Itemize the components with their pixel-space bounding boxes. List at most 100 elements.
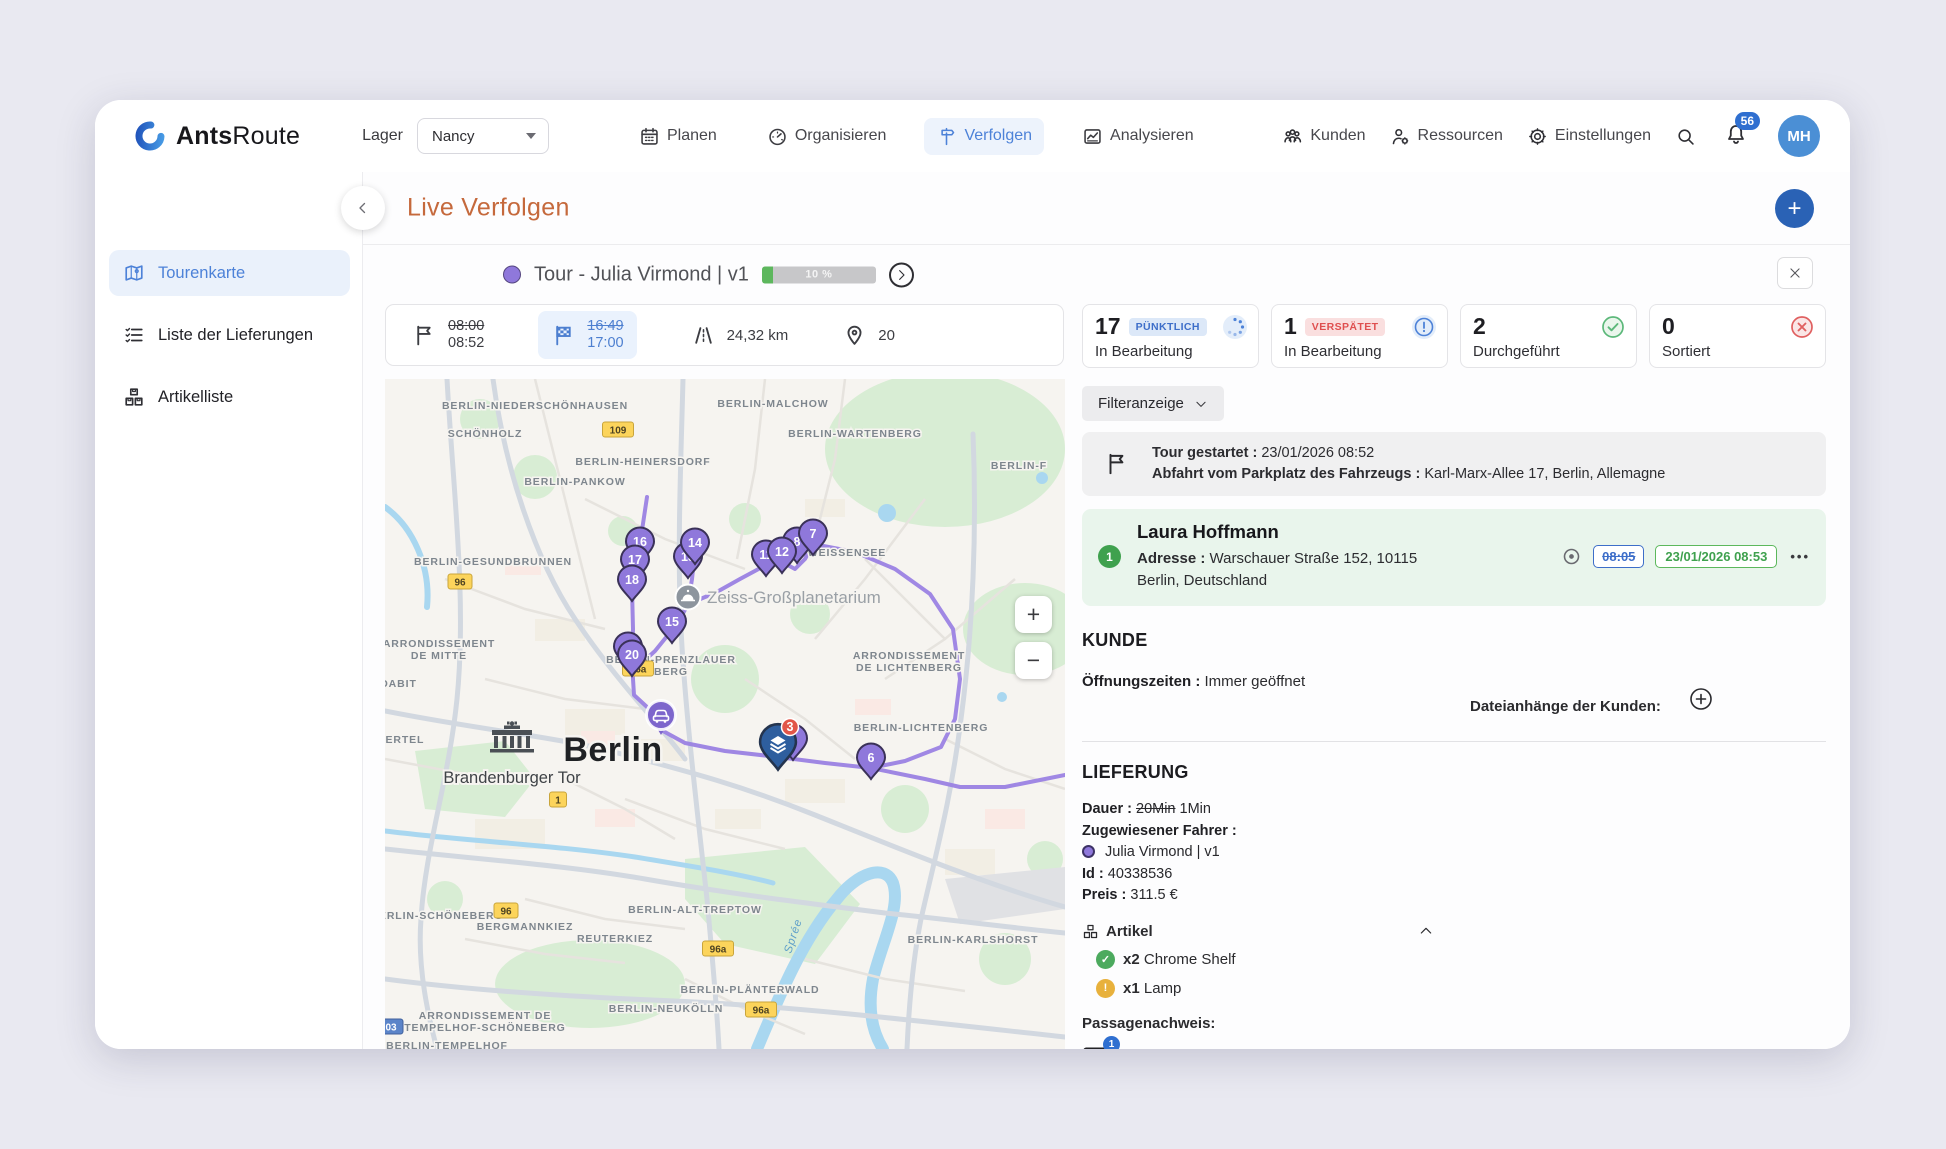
sidebar-item-artikelliste[interactable]: Artikelliste: [109, 374, 350, 420]
target-icon[interactable]: [1561, 546, 1582, 567]
start-time-actual: 08:52: [448, 335, 484, 352]
stat-card-verspaetet: 1 VERSPÄTET In Bearbeitung: [1271, 304, 1448, 368]
artikel-heading: Artikel: [1106, 923, 1153, 940]
boxes-icon: [123, 386, 145, 408]
top-navbar: AntsRoute Lager Nancy Planen Organi: [95, 100, 1850, 172]
end-time-actual: 17:00: [587, 335, 623, 352]
lieferung-heading: LIEFERUNG: [1082, 762, 1826, 783]
chevron-up-icon: [1418, 923, 1434, 939]
signature-document-icon[interactable]: [1126, 1049, 1149, 1050]
price-value: 311.5 €: [1130, 887, 1177, 903]
stop-number-badge: 1: [1098, 545, 1121, 568]
sidebar-item-label: Artikelliste: [158, 388, 233, 407]
proof-photo-button[interactable]: 1: [1082, 1045, 1112, 1050]
svg-text:7: 7: [810, 527, 817, 541]
tab-planen[interactable]: Planen: [627, 118, 729, 155]
warehouse-select[interactable]: Nancy: [417, 118, 549, 154]
more-options-button[interactable]: •••: [1790, 549, 1810, 564]
cross-circle-icon: [1789, 314, 1815, 340]
stat-card-durchgefuehrt: 2 Durchgeführt: [1460, 304, 1637, 368]
back-button[interactable]: [341, 186, 385, 230]
search-button[interactable]: [1675, 126, 1696, 147]
sidebar-item-label: Liste der Lieferungen: [158, 326, 313, 345]
chevron-down-icon: [526, 133, 536, 139]
gauge-icon: [767, 126, 788, 147]
route-map-icon: [123, 262, 145, 284]
district-label: BERLIN-KARLSHORST: [908, 934, 1039, 946]
stat-label: In Bearbeitung: [1095, 343, 1246, 360]
tour-started-row: Tour gestartet : 23/01/2026 08:52 Abfahr…: [1082, 432, 1826, 496]
departure-value: Karl-Marx-Allee 17, Berlin, Allemagne: [1424, 466, 1665, 482]
id-value: 40338536: [1108, 866, 1173, 882]
sidebar-item-tourenkarte[interactable]: Tourenkarte: [109, 250, 350, 296]
district-label: ARRONDISSEMENTDE LICHTENBERG: [853, 650, 965, 674]
stat-label: Durchgeführt: [1473, 343, 1624, 360]
end-time-planned: 16:49: [587, 318, 623, 335]
svg-text:03: 03: [385, 1023, 397, 1034]
tab-organisieren[interactable]: Organisieren: [755, 118, 899, 155]
stat-value: 1: [1284, 313, 1297, 340]
actual-time-badge: 23/01/2026 08:53: [1655, 545, 1777, 568]
svg-text:15: 15: [665, 615, 679, 629]
district-label: BERLIN-PANKOW: [524, 476, 625, 488]
svg-text:18: 18: [625, 573, 639, 587]
sidebar-item-label: Tourenkarte: [158, 264, 245, 283]
nav-einstellungen[interactable]: Einstellungen: [1527, 126, 1651, 147]
district-label: BERLIN-PLÄNTERWALD: [680, 983, 819, 996]
departure-label: Abfahrt vom Parkplatz des Fahrzeugs :: [1152, 466, 1420, 482]
tour-header: Tour - Julia Virmond | v1 10 %: [363, 245, 1850, 304]
district-label: BERLIN-HEINERSDORF: [575, 456, 710, 468]
tour-started-value: 23/01/2026 08:52: [1261, 445, 1374, 461]
close-icon: [1788, 266, 1802, 280]
stat-badge: PÜNKTLICH: [1129, 318, 1207, 336]
warehouse-label: Lager: [362, 127, 403, 145]
add-attachment-icon[interactable]: [1689, 687, 1713, 711]
road-badge: 1: [550, 792, 567, 807]
nav-ressourcen[interactable]: Ressourcen: [1390, 126, 1503, 147]
article-qty: x1: [1123, 980, 1140, 997]
svg-text:96: 96: [454, 578, 466, 589]
pin-icon: [842, 323, 867, 348]
avatar[interactable]: MH: [1778, 115, 1820, 157]
brand-name: AntsRoute: [176, 122, 300, 151]
district-label: BERLIN-WARTENBERG: [788, 428, 922, 440]
district-label: SCHÖNHOLZ: [448, 427, 523, 440]
tab-verfolgen[interactable]: Verfolgen: [924, 118, 1044, 155]
filter-display-button[interactable]: Filteranzeige: [1082, 386, 1224, 421]
next-tour-button[interactable]: [889, 262, 914, 287]
stops-count: 20: [842, 323, 895, 348]
tab-analysieren[interactable]: Analysieren: [1070, 118, 1206, 155]
address-label: Adresse :: [1137, 550, 1205, 567]
map-zoom-out-button[interactable]: −: [1015, 642, 1052, 679]
nav-kunden[interactable]: Kunden: [1282, 126, 1365, 147]
stat-card-puenktlich: 17 PÜNKTLICH In Bearbeitung: [1082, 304, 1259, 368]
tab-label: Verfolgen: [964, 127, 1032, 145]
id-label: Id :: [1082, 866, 1104, 882]
road-badge: 96a: [703, 941, 734, 956]
stat-label: In Bearbeitung: [1284, 343, 1435, 360]
map-zoom-in-button[interactable]: +: [1015, 596, 1052, 633]
artikel-toggle[interactable]: Artikel: [1082, 923, 1434, 940]
add-button[interactable]: +: [1775, 189, 1814, 228]
map[interactable]: Zeiss-Großplanetarium Berlin Brandenburg…: [385, 379, 1065, 1049]
notifications-button[interactable]: 56: [1724, 122, 1748, 151]
road-icon: [691, 323, 716, 348]
svg-text:12: 12: [775, 545, 789, 559]
tour-times-card: 08:00 08:52 16:49 17:00: [385, 304, 1064, 366]
poi-zeiss-planetarium[interactable]: Zeiss-Großplanetarium: [676, 585, 881, 610]
sidebar-item-lieferungen[interactable]: Liste der Lieferungen: [109, 312, 350, 358]
check-circle-icon: [1600, 314, 1626, 340]
kunde-heading: KUNDE: [1082, 630, 1826, 651]
hours-label: Öffnungszeiten :: [1082, 673, 1200, 690]
district-label: BERLIN-TEMPELHOF: [386, 1040, 508, 1049]
hours-value: Immer geöffnet: [1205, 673, 1306, 690]
close-panel-button[interactable]: [1777, 257, 1813, 289]
stop-card-laura-hoffmann[interactable]: 1 Laura Hoffmann Adresse : Warschauer St…: [1082, 509, 1826, 606]
antsroute-logo[interactable]: AntsRoute: [133, 119, 300, 153]
stat-value: 2: [1473, 313, 1486, 340]
nav-label: Kunden: [1310, 127, 1365, 145]
article-row: ! x1 Lamp: [1096, 979, 1826, 998]
svg-text:20: 20: [625, 648, 639, 662]
road-badge: 96: [494, 903, 518, 918]
duration-old: 20Min: [1136, 801, 1176, 817]
